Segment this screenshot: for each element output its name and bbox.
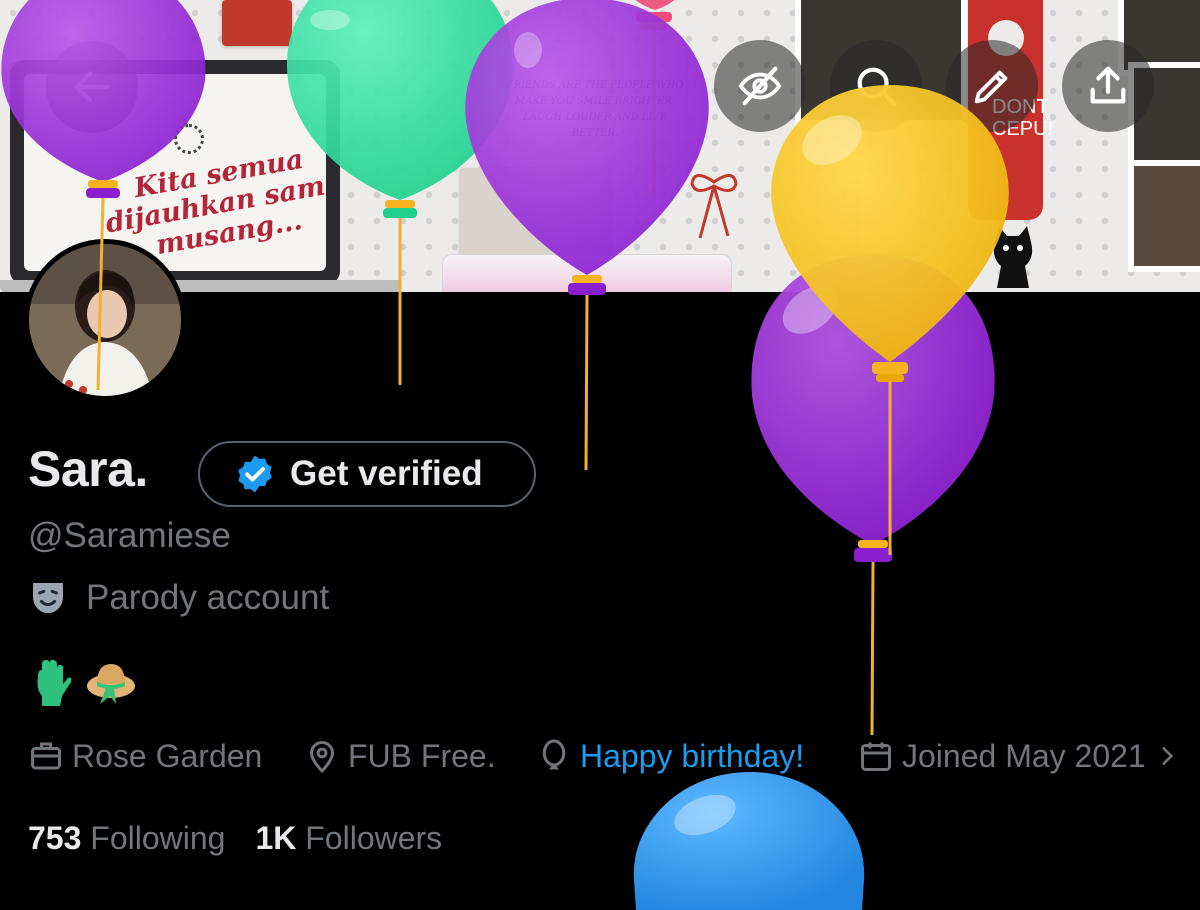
info-work-text: Rose Garden [72,737,263,774]
pencil-icon [974,70,1008,104]
back-button[interactable] [46,41,138,133]
get-verified-button[interactable]: Get verified [198,441,536,507]
profile-banner[interactable]: Kita semua dijauhkan sama musang... FRIE… [0,0,1200,292]
follow-stats: 753 Following 1K Followers [28,820,442,857]
banner-ribbon-sticker [690,174,738,239]
following-link[interactable]: 753 Following [28,820,225,856]
username-handle: @Saramiese [28,516,231,555]
banner-polaroid-photo [460,168,610,258]
parody-label-row[interactable]: Parody account [28,576,329,620]
calendar-icon [861,742,891,771]
banner-small-photo [860,175,920,253]
info-work: Rose Garden [28,734,262,778]
bio [32,660,136,706]
banner-cat-sticker [993,226,1033,288]
hat-emoji-icon [87,664,135,704]
banner-note: FRIENDS ARE THE PEOPLE WHO MAKE YOU SMIL… [505,78,685,150]
banner-note-text: FRIENDS ARE THE PEOPLE WHO MAKE YOU SMIL… [506,80,684,139]
followers-link[interactable]: 1K Followers [255,820,442,856]
search-icon [857,67,897,107]
followers-label: Followers [305,820,443,856]
following-label: Following [90,820,226,856]
banner-photostrip-3 [1128,160,1200,272]
avatar[interactable] [24,239,186,401]
banner-pink-box [442,254,732,292]
mute-button[interactable] [714,40,806,132]
info-location: FUB Free. [304,734,496,778]
share-icon [1090,66,1126,104]
edit-profile-button[interactable] [946,40,1038,132]
search-button[interactable] [830,40,922,132]
parody-label: Parody account [86,578,330,617]
arrow-left-icon [74,71,110,103]
location-pin-icon [309,741,335,774]
info-joined-text: Joined May 2021 [902,737,1146,774]
chevron-right-icon [1162,747,1173,765]
gloves-emoji-icon [37,660,72,706]
theater-mask-icon [33,583,63,613]
balloon-blue [633,772,865,910]
display-name: Sara. [28,441,148,497]
get-verified-label: Get verified [290,454,483,493]
info-birthday-text[interactable]: Happy birthday! [580,738,804,775]
share-button[interactable] [1062,40,1154,132]
following-count: 753 [28,820,82,856]
balloon-purple-3 [751,255,995,736]
followers-count: 1K [255,820,297,856]
info-joined[interactable]: Joined May 2021 [858,734,1180,778]
eye-slash-icon [738,66,782,106]
briefcase-icon [31,742,61,770]
info-birthday[interactable]: Happy birthday! [536,734,804,778]
avatar-photo [29,244,181,396]
banner-sunset-photo [222,0,292,46]
balloon-icon [542,739,566,770]
verified-badge-icon [238,455,272,493]
info-location-text: FUB Free. [348,737,496,774]
